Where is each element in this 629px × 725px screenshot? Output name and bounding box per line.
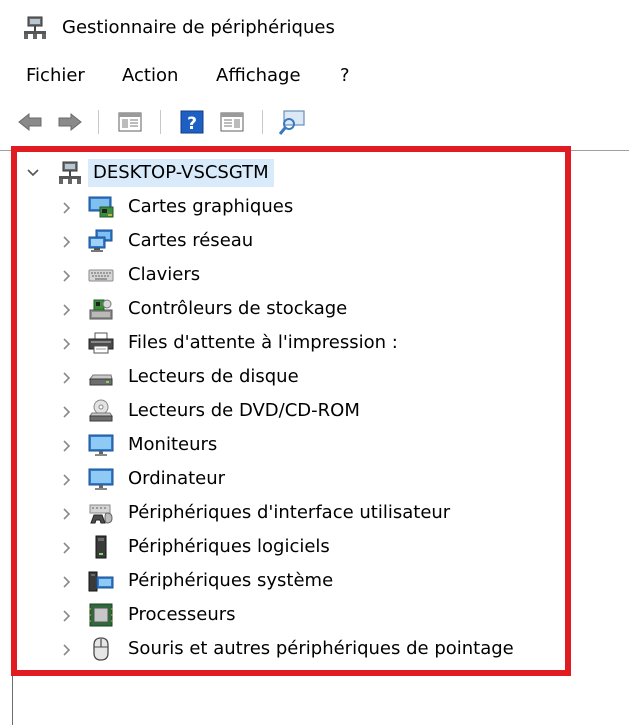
menu-action[interactable]: Action [122, 64, 178, 88]
toolbar-separator [160, 110, 161, 134]
menu-help[interactable]: ? [340, 64, 350, 88]
action-pane-icon[interactable] [218, 108, 246, 136]
title-bar: Gestionnaire de périphériques [0, 0, 629, 58]
toolbar-separator [262, 110, 263, 134]
toolbar: ? [0, 104, 629, 140]
menu-affichage[interactable]: Affichage [216, 64, 301, 88]
svg-text:?: ? [187, 114, 197, 134]
forward-arrow-icon[interactable] [56, 108, 84, 136]
help-icon[interactable]: ? [178, 108, 206, 136]
scan-hardware-changes-icon[interactable] [278, 108, 306, 136]
highlight-annotation-box [11, 146, 571, 676]
device-manager-icon [24, 16, 46, 39]
show-hide-console-tree-icon[interactable] [116, 108, 144, 136]
menu-bar: Fichier Action Affichage ? [0, 62, 629, 90]
menu-fichier[interactable]: Fichier [26, 64, 85, 88]
window-title: Gestionnaire de périphériques [62, 17, 335, 38]
back-arrow-icon[interactable] [16, 108, 44, 136]
toolbar-separator [98, 110, 99, 134]
